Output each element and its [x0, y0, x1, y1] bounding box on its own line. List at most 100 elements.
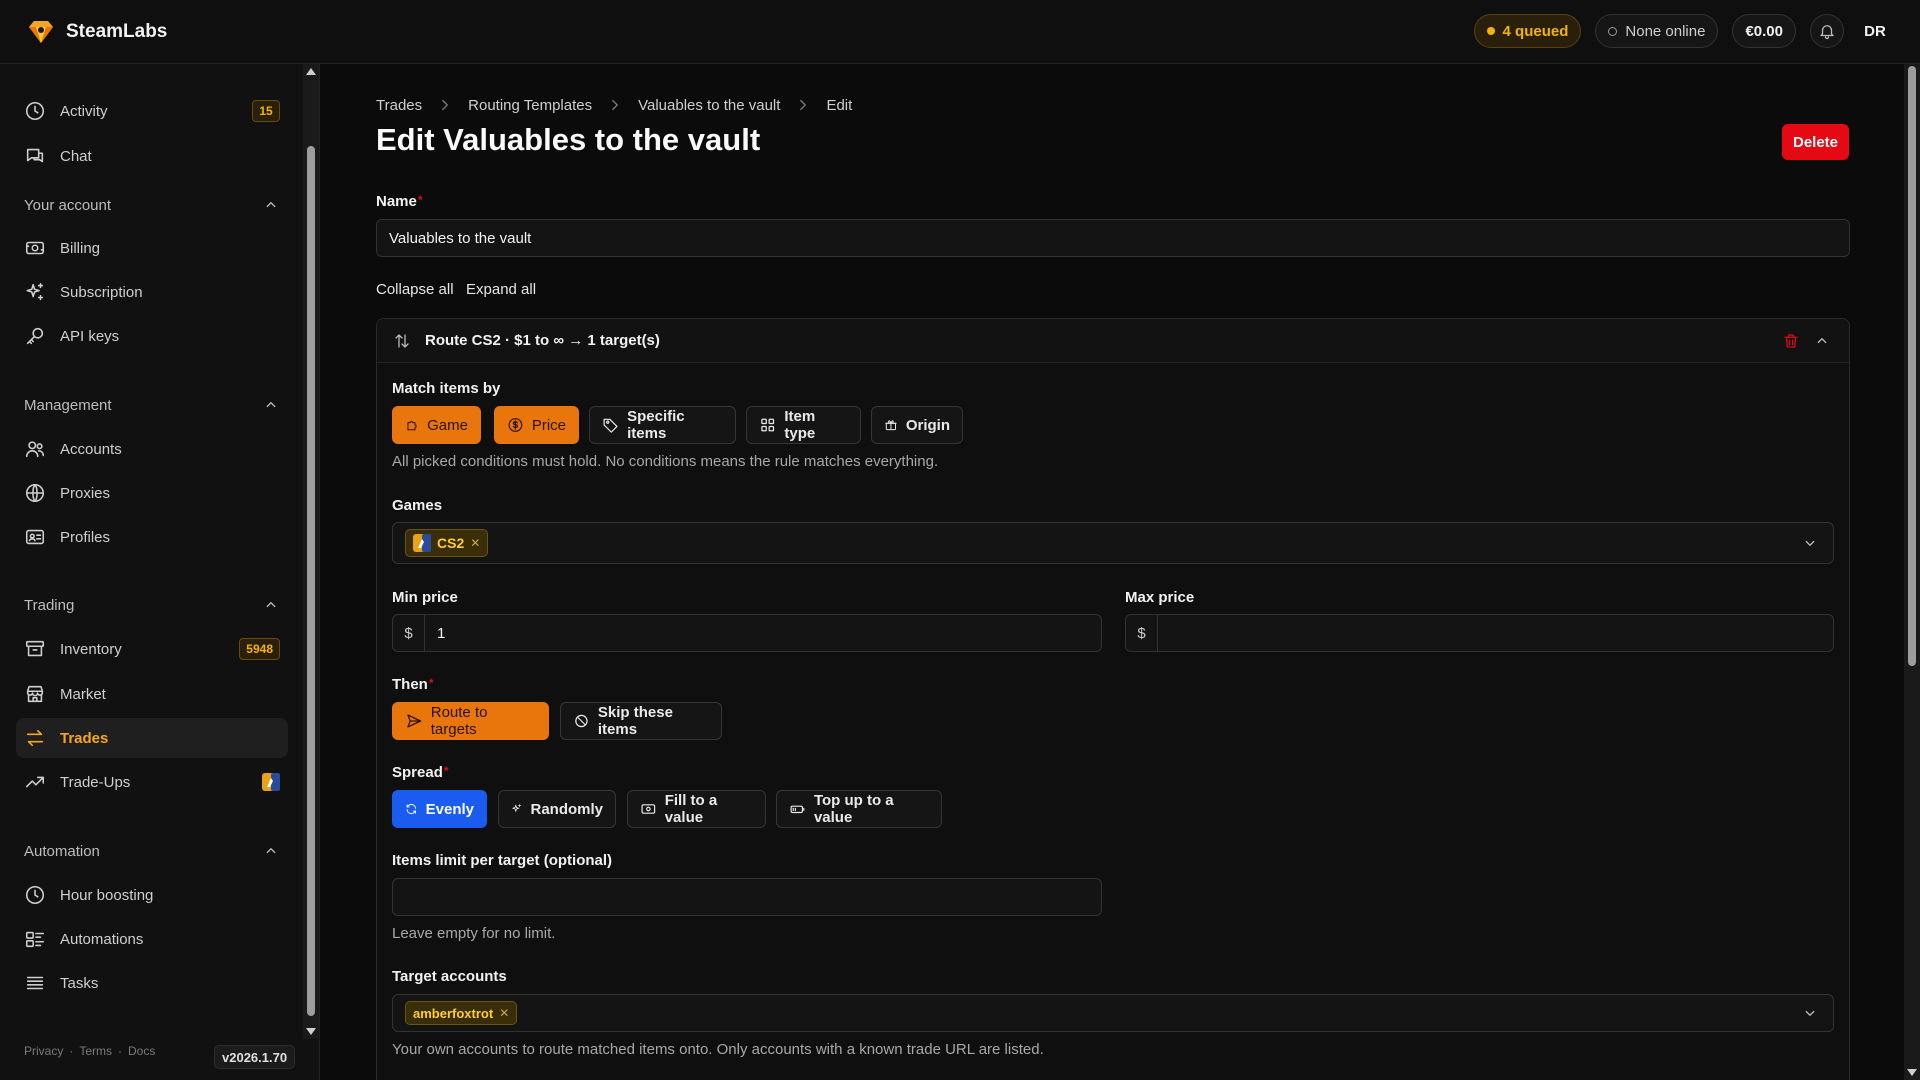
docs-link[interactable]: Docs — [128, 1044, 155, 1058]
globe-icon — [25, 483, 45, 503]
target-accounts-select[interactable]: amberfoxtrot ✕ — [392, 994, 1834, 1032]
privacy-link[interactable]: Privacy — [24, 1044, 63, 1058]
then-route-to-targets-chip[interactable]: Route to targets — [392, 702, 549, 740]
sidebar-item-subscription[interactable]: Subscription — [16, 272, 288, 312]
items-limit-input[interactable] — [392, 878, 1102, 916]
sidebar-item-label: Trades — [60, 729, 109, 747]
sidebar-item-trade-ups[interactable]: Trade-Ups — [16, 762, 288, 802]
diamond-logo-icon — [29, 20, 53, 43]
section-your-account[interactable]: Your account — [24, 193, 280, 217]
separator: · — [69, 1044, 74, 1058]
match-item-type-chip[interactable]: Item type — [746, 406, 861, 444]
terms-link[interactable]: Terms — [79, 1044, 112, 1058]
chevron-up-icon[interactable] — [1813, 332, 1831, 350]
chip-label: Item type — [784, 408, 816, 442]
sidebar-item-proxies[interactable]: Proxies — [16, 473, 288, 513]
tag-icon — [603, 418, 618, 433]
sidebar-item-accounts[interactable]: Accounts — [16, 429, 288, 469]
drag-sort-icon[interactable] — [393, 332, 411, 350]
breadcrumb-trades[interactable]: Trades — [376, 97, 422, 114]
chevron-up-icon — [266, 848, 276, 854]
sidebar-item-label: Automations — [60, 930, 144, 948]
battery-icon — [790, 805, 805, 814]
delete-button[interactable]: Delete — [1782, 124, 1849, 160]
breadcrumb-routing-templates[interactable]: Routing Templates — [468, 97, 592, 114]
sidebar-item-inventory[interactable]: Inventory 5948 — [16, 629, 288, 669]
section-automation[interactable]: Automation — [24, 839, 280, 863]
scroll-down-icon[interactable] — [306, 1028, 316, 1035]
sidebar-item-label: Accounts — [60, 440, 122, 458]
scroll-thumb[interactable] — [1908, 66, 1916, 666]
avatar[interactable]: DR — [1858, 14, 1892, 48]
sidebar-item-hour-boosting[interactable]: Hour boosting — [16, 875, 288, 915]
target-accounts-hint: Your own accounts to route matched items… — [392, 1041, 1044, 1058]
currency-prefix: $ — [393, 615, 425, 651]
then-label: Then* — [392, 676, 434, 693]
breadcrumb-template[interactable]: Valuables to the vault — [638, 97, 780, 114]
dollar-circle-icon — [508, 418, 523, 432]
sidebar-item-market[interactable]: Market — [16, 674, 288, 714]
spread-top-up-chip[interactable]: Top up to a value — [776, 790, 942, 828]
brand[interactable]: SteamLabs — [26, 19, 167, 45]
sidebar-item-profiles[interactable]: Profiles — [16, 517, 288, 557]
max-price-label: Max price — [1125, 589, 1195, 606]
sidebar-item-label: Tasks — [60, 974, 99, 992]
section-title: Trading — [24, 596, 75, 614]
expand-all-button[interactable]: Expand all — [466, 281, 536, 298]
scroll-down-icon[interactable] — [1907, 1069, 1917, 1076]
chip-label: Price — [531, 416, 566, 434]
chevron-down-icon[interactable] — [1801, 534, 1819, 552]
sidebar-item-activity[interactable]: Activity 15 — [16, 91, 288, 131]
section-title: Automation — [24, 842, 100, 860]
remove-tag-icon[interactable]: ✕ — [499, 1006, 509, 1020]
sidebar-item-automations[interactable]: Automations — [16, 919, 288, 959]
sidebar-item-tasks[interactable]: Tasks — [16, 963, 288, 1003]
sidebar-item-label: Profiles — [60, 528, 111, 546]
games-label: Games — [392, 497, 443, 514]
page-scrollbar[interactable] — [1904, 64, 1920, 1080]
games-select[interactable]: CS2 ✕ — [392, 522, 1834, 564]
spread-evenly-chip[interactable]: Evenly — [392, 790, 487, 828]
match-origin-chip[interactable]: Origin — [871, 406, 963, 444]
balance-pill[interactable]: €0.00 — [1732, 14, 1796, 48]
clock-icon — [25, 885, 45, 905]
key-icon — [26, 327, 44, 345]
breadcrumb: Trades Routing Templates Valuables to th… — [376, 96, 852, 114]
sidebar-item-chat[interactable]: Chat — [16, 136, 288, 176]
spread-fill-chip[interactable]: Fill to a value — [627, 790, 766, 828]
top-bar: SteamLabs 4 queued None online €0.00 DR — [0, 0, 1920, 64]
game-tag-cs2[interactable]: CS2 ✕ — [405, 529, 489, 557]
notifications-button[interactable] — [1810, 14, 1844, 48]
remove-tag-icon[interactable]: ✕ — [470, 536, 480, 550]
scroll-thumb[interactable] — [307, 146, 315, 1016]
sidebar-item-api-keys[interactable]: API keys — [16, 316, 288, 356]
collapse-all-button[interactable]: Collapse all — [376, 281, 454, 298]
min-price-input[interactable]: $ 1 — [392, 614, 1102, 652]
chip-label: Origin — [905, 416, 950, 434]
match-game-chip[interactable]: Game — [392, 406, 481, 444]
match-price-chip[interactable]: Price — [494, 406, 579, 444]
brand-name: SteamLabs — [66, 20, 168, 42]
then-skip-items-chip[interactable]: Skip these items — [560, 702, 722, 740]
sidebar-item-trades[interactable]: Trades — [16, 718, 288, 758]
cs2-game-icon — [413, 534, 431, 552]
queue-status-pill[interactable]: 4 queued — [1473, 14, 1582, 48]
section-management[interactable]: Management — [24, 393, 280, 417]
section-trading[interactable]: Trading — [24, 593, 280, 617]
then-label-text: Then — [392, 676, 428, 693]
scroll-up-icon[interactable] — [306, 68, 316, 75]
route-card-header[interactable]: Route CS2 · $1 to ∞ → 1 target(s) — [377, 319, 1849, 363]
max-price-input[interactable]: $ — [1125, 614, 1834, 652]
match-specific-items-chip[interactable]: Specific items — [589, 406, 736, 444]
sidebar-scrollbar[interactable] — [303, 64, 319, 1039]
chevron-down-icon[interactable] — [1801, 1004, 1819, 1022]
account-tag[interactable]: amberfoxtrot ✕ — [405, 1001, 518, 1025]
online-status-pill[interactable]: None online — [1595, 14, 1719, 48]
sidebar-item-billing[interactable]: Billing — [16, 228, 288, 268]
trash-icon[interactable] — [1782, 332, 1800, 350]
banknote-icon — [641, 804, 656, 814]
spread-randomly-chip[interactable]: Randomly — [498, 790, 616, 828]
name-input[interactable]: Valuables to the vault — [376, 219, 1850, 257]
users-icon — [25, 441, 45, 458]
min-price-label: Min price — [392, 589, 458, 606]
